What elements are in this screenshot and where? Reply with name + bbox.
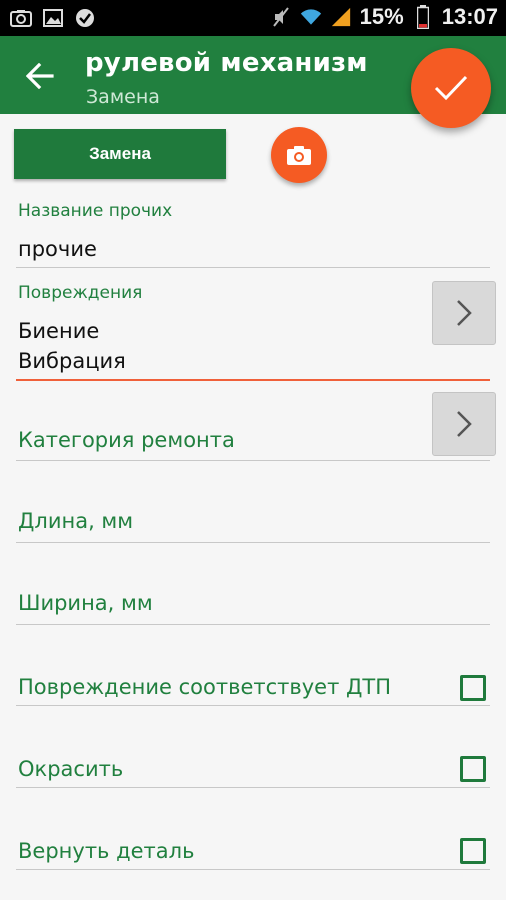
paint-underline [16,787,490,788]
chevron-right-icon [457,300,472,326]
damages-value-1[interactable]: Биение [18,316,99,347]
accident-match-checkbox[interactable] [460,675,486,701]
camera-notification-icon [10,8,32,28]
replace-button[interactable]: Замена [14,129,226,179]
back-button[interactable] [22,58,58,94]
check-icon [434,75,468,101]
battery-percent: 15% [359,4,404,29]
damages-underline [16,379,490,381]
repair-category-underline [16,460,490,461]
other-name-input[interactable]: прочие [18,234,97,265]
damages-label: Повреждения [18,283,143,303]
return-part-underline [16,869,490,870]
other-name-label: Название прочих [18,201,173,221]
length-input[interactable]: Длина, мм [18,509,133,533]
width-underline [16,624,490,625]
accident-match-underline [16,705,490,706]
damages-select-button[interactable] [432,281,496,345]
check-notification-icon [74,8,96,28]
damages-value-2[interactable]: Вибрация [18,346,126,377]
battery-icon [412,5,434,29]
paint-label: Окрасить [18,757,124,781]
repair-category-select-button[interactable] [432,392,496,456]
signal-icon [330,7,352,27]
clock: 13:07 [441,4,498,29]
return-part-checkbox[interactable] [460,838,486,864]
page-subtitle: Замена [86,86,160,108]
chevron-right-icon [457,411,472,437]
paint-checkbox[interactable] [460,756,486,782]
gallery-notification-icon [42,8,64,28]
camera-button[interactable] [271,127,327,183]
page-title: рулевой механизм [85,48,368,78]
accident-match-label: Повреждение соответствует ДТП [18,675,392,699]
confirm-button[interactable] [411,48,491,128]
width-input[interactable]: Ширина, мм [18,591,153,615]
return-part-label: Вернуть деталь [18,839,195,863]
length-underline [16,542,490,543]
status-bar: 15% 13:07 [0,0,506,36]
mute-icon [270,7,292,27]
repair-category-field[interactable]: Категория ремонта [18,428,235,452]
arrow-back-icon [26,63,54,89]
other-name-underline [16,267,490,268]
wifi-icon [300,7,322,27]
camera-icon [287,146,311,165]
